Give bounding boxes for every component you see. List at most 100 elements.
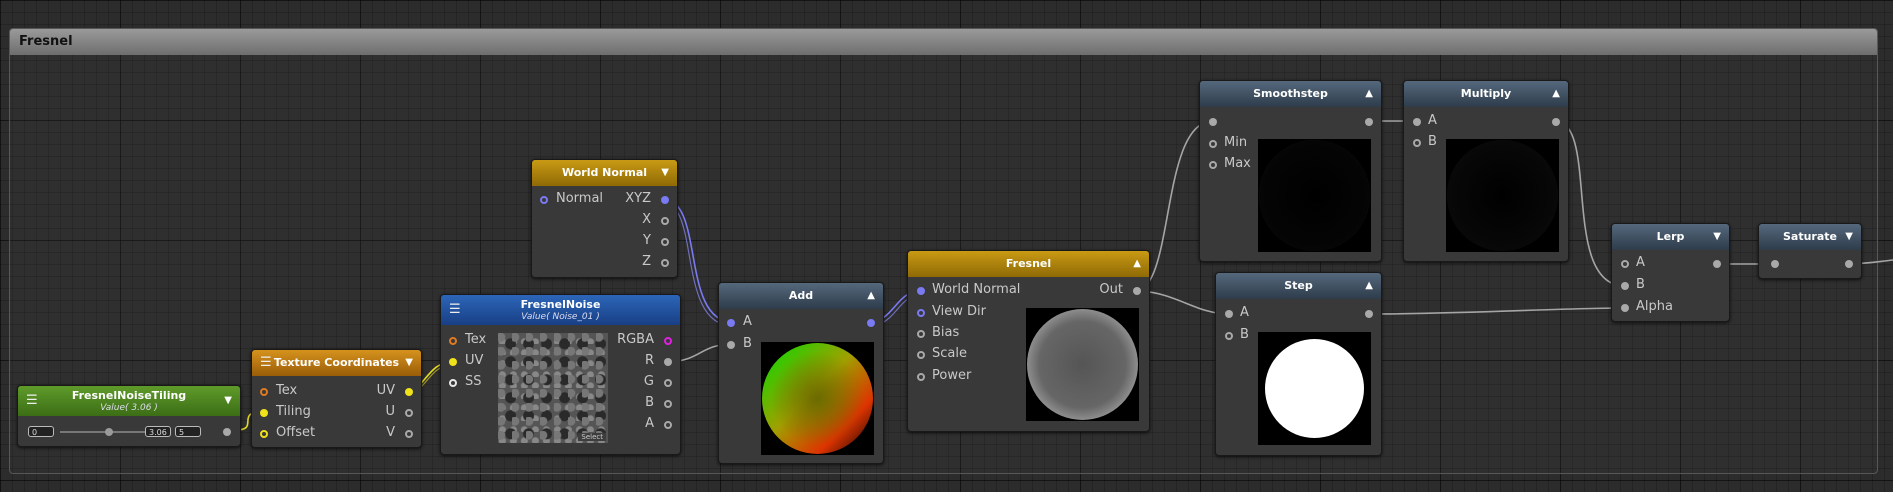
output-port[interactable] bbox=[223, 428, 231, 436]
output-port-xyz[interactable] bbox=[661, 196, 669, 204]
input-port-b[interactable] bbox=[727, 341, 735, 349]
select-texture-button[interactable]: Select bbox=[578, 433, 606, 441]
triangle-down-icon[interactable]: ▼ bbox=[224, 386, 232, 416]
node-header[interactable]: Lerp ▼ bbox=[1612, 224, 1729, 250]
preview-image bbox=[1026, 308, 1139, 421]
input-port-normal[interactable] bbox=[540, 196, 548, 204]
output-port-x[interactable] bbox=[661, 217, 669, 225]
triangle-up-icon[interactable]: ▲ bbox=[1365, 273, 1373, 299]
node-header[interactable]: Saturate ▼ bbox=[1759, 224, 1861, 250]
fresnel-node[interactable]: Fresnel ▲ World Normal View Dir Bias Sca… bbox=[907, 250, 1150, 432]
node-header[interactable]: Step ▲ bbox=[1216, 273, 1381, 299]
node-header[interactable]: Add ▲ bbox=[719, 283, 883, 309]
output-label: R bbox=[644, 353, 654, 368]
hamburger-menu-icon[interactable]: ☰ bbox=[26, 386, 38, 416]
fresnel-noise-node[interactable]: ☰ FresnelNoise Value( Noise_01 ) Tex UV … bbox=[440, 294, 681, 455]
triangle-down-icon[interactable]: ▼ bbox=[405, 350, 413, 376]
slider-max-field[interactable]: 5 bbox=[175, 426, 201, 437]
node-header[interactable]: Fresnel ▲ bbox=[908, 251, 1149, 277]
input-port-b[interactable] bbox=[1225, 332, 1233, 340]
input-port-min[interactable] bbox=[1209, 140, 1217, 148]
output-port-z[interactable] bbox=[661, 259, 669, 267]
node-header[interactable]: World Normal ▼ bbox=[532, 160, 677, 186]
input-port-tiling[interactable] bbox=[260, 409, 268, 417]
texture-coordinates-node[interactable]: ☰ Texture Coordinates ▼ Tex Tiling Offse… bbox=[251, 349, 422, 448]
slider-value-field[interactable]: 3.06 bbox=[145, 426, 171, 437]
triangle-up-icon[interactable]: ▲ bbox=[1133, 251, 1141, 277]
output-label: Y bbox=[643, 233, 651, 248]
input-port-power[interactable] bbox=[917, 373, 925, 381]
lerp-node[interactable]: Lerp ▼ A B Alpha bbox=[1611, 223, 1730, 322]
input-port-b[interactable] bbox=[1413, 139, 1421, 147]
output-port-r[interactable] bbox=[664, 358, 672, 366]
triangle-down-icon[interactable]: ▼ bbox=[661, 160, 669, 186]
input-port-scale[interactable] bbox=[917, 351, 925, 359]
step-node[interactable]: Step ▲ A B bbox=[1215, 272, 1382, 456]
output-label: UV bbox=[376, 383, 395, 398]
output-port-y[interactable] bbox=[661, 238, 669, 246]
texture-preview[interactable]: Select bbox=[498, 333, 608, 443]
saturate-node[interactable]: Saturate ▼ bbox=[1758, 223, 1862, 279]
input-port-a[interactable] bbox=[1413, 118, 1421, 126]
input-port-bias[interactable] bbox=[917, 330, 925, 338]
input-label: SS bbox=[465, 374, 482, 389]
node-header[interactable]: Smoothstep ▲ bbox=[1200, 81, 1381, 107]
output-port[interactable] bbox=[1365, 310, 1373, 318]
input-port-max[interactable] bbox=[1209, 161, 1217, 169]
smoothstep-node[interactable]: Smoothstep ▲ Min Max bbox=[1199, 80, 1382, 262]
output-label: B bbox=[645, 395, 654, 410]
fresnel-noise-tiling-node[interactable]: ☰ FresnelNoiseTiling Value( 3.06 ) ▼ 0 3… bbox=[17, 385, 241, 447]
output-port-a[interactable] bbox=[664, 421, 672, 429]
input-label: Alpha bbox=[1636, 299, 1673, 314]
triangle-up-icon[interactable]: ▲ bbox=[1365, 81, 1373, 107]
node-header[interactable]: ☰ FresnelNoise Value( Noise_01 ) bbox=[441, 295, 680, 325]
input-label: Tex bbox=[465, 332, 487, 347]
triangle-down-icon[interactable]: ▼ bbox=[1845, 224, 1853, 250]
node-header[interactable]: Multiply ▲ bbox=[1404, 81, 1568, 107]
output-label: Z bbox=[642, 254, 651, 269]
input-port[interactable] bbox=[1209, 118, 1217, 126]
output-port-rgba[interactable] bbox=[664, 337, 672, 345]
slider-min-field[interactable]: 0 bbox=[28, 426, 54, 437]
output-port-uv[interactable] bbox=[405, 388, 413, 396]
input-port-b[interactable] bbox=[1621, 282, 1629, 290]
input-port-alpha[interactable] bbox=[1621, 304, 1629, 312]
input-port-tex[interactable] bbox=[449, 337, 457, 345]
triangle-up-icon[interactable]: ▲ bbox=[867, 283, 875, 309]
output-port-u[interactable] bbox=[405, 409, 413, 417]
output-port-v[interactable] bbox=[405, 430, 413, 438]
preview-image bbox=[1258, 139, 1371, 252]
hamburger-menu-icon[interactable]: ☰ bbox=[449, 295, 461, 325]
output-port[interactable] bbox=[1365, 118, 1373, 126]
node-header[interactable]: ☰ FresnelNoiseTiling Value( 3.06 ) ▼ bbox=[18, 386, 240, 416]
input-port-a[interactable] bbox=[1225, 310, 1233, 318]
world-normal-node[interactable]: World Normal ▼ Normal XYZ X Y Z bbox=[531, 159, 678, 278]
input-port-tex[interactable] bbox=[260, 388, 268, 396]
input-label: Scale bbox=[932, 346, 967, 361]
output-port[interactable] bbox=[1713, 260, 1721, 268]
output-port-b[interactable] bbox=[664, 400, 672, 408]
input-label: Tiling bbox=[276, 404, 311, 419]
output-port[interactable] bbox=[1845, 260, 1853, 268]
node-title: Saturate bbox=[1782, 230, 1837, 243]
input-port-a[interactable] bbox=[1621, 260, 1629, 268]
output-port[interactable] bbox=[867, 319, 875, 327]
hamburger-menu-icon[interactable]: ☰ bbox=[260, 350, 272, 376]
slider-handle[interactable] bbox=[105, 428, 113, 436]
triangle-up-icon[interactable]: ▲ bbox=[1552, 81, 1560, 107]
input-port-offset[interactable] bbox=[260, 430, 268, 438]
output-port-g[interactable] bbox=[664, 379, 672, 387]
input-port-a[interactable] bbox=[727, 319, 735, 327]
input-port-world-normal[interactable] bbox=[917, 287, 925, 295]
input-port[interactable] bbox=[1771, 260, 1779, 268]
input-port-ss[interactable] bbox=[449, 379, 457, 387]
input-port-uv[interactable] bbox=[449, 358, 457, 366]
output-port[interactable] bbox=[1552, 118, 1560, 126]
output-port-out[interactable] bbox=[1133, 287, 1141, 295]
node-header[interactable]: ☰ Texture Coordinates ▼ bbox=[252, 350, 421, 376]
triangle-down-icon[interactable]: ▼ bbox=[1713, 224, 1721, 250]
input-label: Bias bbox=[932, 325, 960, 340]
input-port-view-dir[interactable] bbox=[917, 309, 925, 317]
multiply-node[interactable]: Multiply ▲ A B bbox=[1403, 80, 1569, 262]
add-node[interactable]: Add ▲ A B bbox=[718, 282, 884, 464]
